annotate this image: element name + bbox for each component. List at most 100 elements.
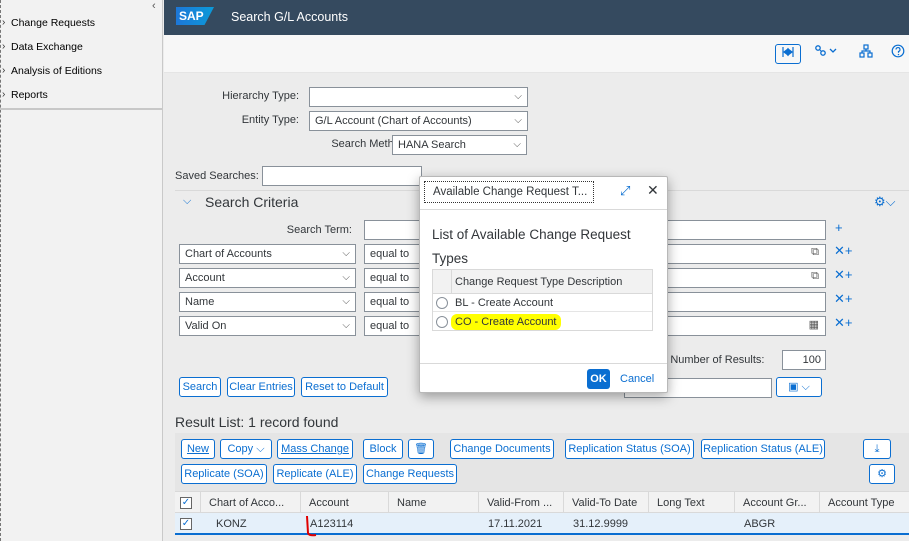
side-navigation: › Change Requests › Data Exchange › Analysi…: [0, 0, 163, 541]
chevron-down-icon: ⌵: [342, 272, 350, 283]
select-all-checkbox[interactable]: ✓: [180, 497, 192, 509]
annotation-mark: [306, 515, 317, 537]
value-help-icon[interactable]: ⧉: [811, 246, 819, 259]
add-criteria-icon[interactable]: +: [835, 220, 843, 235]
sidebar-item-label: Reports: [11, 89, 48, 101]
criteria-operator-select[interactable]: equal to: [364, 292, 426, 312]
criteria-field-value: Account: [185, 272, 225, 284]
max-results-input[interactable]: 100: [782, 350, 826, 370]
clear-entries-button[interactable]: Clear Entries: [227, 377, 295, 397]
criteria-field-select[interactable]: Chart of Accounts ⌵: [179, 244, 356, 264]
app-title: Search G/L Accounts: [231, 10, 348, 24]
change-requests-button[interactable]: Change Requests: [363, 464, 457, 484]
criteria-operator-value: equal to: [370, 320, 410, 332]
help-icon[interactable]: [888, 44, 908, 64]
table-row[interactable]: ✓ KONZ A123114 17.11.2021 31.12.9999 ABG…: [175, 513, 909, 535]
chevron-right-icon: ›: [2, 17, 6, 28]
chevron-down-icon: ⌵: [342, 248, 350, 259]
criteria-field-select[interactable]: Account ⌵: [179, 268, 356, 288]
page-toolbar: [164, 35, 909, 73]
change-request-type-dialog: Available Change Request T... ⤢ ✕ List o…: [419, 176, 668, 393]
copy-button[interactable]: Copy ⌵: [220, 439, 272, 459]
column-header[interactable]: Valid-To Date: [563, 492, 647, 514]
chevron-down-icon: ⌵: [514, 115, 522, 126]
replicate-ale-button[interactable]: Replicate (ALE): [273, 464, 357, 484]
criteria-value-input[interactable]: ⧉: [664, 268, 826, 288]
column-header[interactable]: Name: [388, 492, 474, 514]
close-icon[interactable]: ✕: [647, 182, 659, 199]
sidebar-item-data-exchange[interactable]: › Data Exchange: [0, 36, 162, 60]
criteria-value-input[interactable]: ⧉: [664, 244, 826, 264]
delete-icon[interactable]: 🗑: [408, 439, 434, 459]
list-item[interactable]: CO - Create Account: [433, 313, 652, 331]
entity-type-select[interactable]: G/L Account (Chart of Accounts) ⌵: [309, 111, 528, 131]
column-header[interactable]: Account Type: [819, 492, 909, 514]
collapse-sidebar-icon[interactable]: ‹: [152, 0, 156, 12]
hierarchy-type-select[interactable]: ⌵: [309, 87, 528, 107]
sidebar-item-label: Change Requests: [11, 17, 96, 29]
collapse-header-icon[interactable]: [775, 44, 801, 64]
ok-button[interactable]: OK: [587, 369, 610, 389]
collapse-section-icon[interactable]: ⌵: [183, 195, 191, 208]
new-button[interactable]: New: [181, 439, 215, 459]
remove-add-criteria-icon[interactable]: ✕+: [834, 315, 852, 331]
remove-add-criteria-icon[interactable]: ✕+: [834, 243, 852, 259]
criteria-value-input[interactable]: [664, 292, 826, 312]
calendar-icon[interactable]: ▦: [809, 318, 819, 331]
radio-button[interactable]: [436, 316, 448, 328]
block-button[interactable]: Block: [363, 439, 403, 459]
dialog-title: Available Change Request T...: [424, 181, 594, 203]
column-header[interactable]: Chart of Acco...: [200, 492, 286, 514]
column-header[interactable]: Account: [300, 492, 386, 514]
list-item[interactable]: BL - Create Account: [433, 294, 652, 312]
export-icon[interactable]: ⤓: [863, 439, 891, 459]
chevron-down-icon: ⌵: [514, 91, 522, 102]
save-icon: ▣ ⌵: [788, 381, 810, 393]
replication-status-ale-button[interactable]: Replication Status (ALE): [701, 439, 825, 459]
option-label-highlighted: CO - Create Account: [451, 314, 561, 330]
column-header[interactable]: Account Gr...: [734, 492, 820, 514]
settings-icon[interactable]: ⚙⌵: [874, 194, 896, 210]
hierarchy-icon[interactable]: [856, 44, 876, 64]
search-term-input[interactable]: [364, 220, 426, 240]
sidebar-item-analysis-of-editions[interactable]: › Analysis of Editions: [0, 60, 162, 84]
change-documents-button[interactable]: Change Documents: [450, 439, 554, 459]
chevron-right-icon: ›: [2, 89, 6, 100]
criteria-value-input[interactable]: ▦: [664, 316, 826, 336]
sidebar-item-reports[interactable]: › Reports: [0, 84, 162, 108]
criteria-field-select[interactable]: Valid On ⌵: [179, 316, 356, 336]
chevron-right-icon: ›: [2, 41, 6, 52]
chevron-right-icon: ›: [2, 65, 6, 76]
cancel-button[interactable]: Cancel: [620, 373, 654, 385]
criteria-field-value: Chart of Accounts: [185, 248, 272, 260]
criteria-field-select[interactable]: Name ⌵: [179, 292, 356, 312]
reset-to-default-button[interactable]: Reset to Default: [301, 377, 388, 397]
search-term-input-extension[interactable]: [664, 220, 826, 240]
value-help-icon[interactable]: ⧉: [811, 270, 819, 283]
saved-searches-input[interactable]: [262, 166, 422, 186]
table-settings-icon[interactable]: ⚙: [869, 464, 895, 484]
search-button[interactable]: Search: [179, 377, 221, 397]
criteria-operator-select[interactable]: equal to: [364, 268, 426, 288]
criteria-operator-select[interactable]: equal to: [364, 244, 426, 264]
radio-button[interactable]: [436, 297, 448, 309]
sap-logo[interactable]: SAP: [176, 7, 214, 25]
sidebar-item-change-requests[interactable]: › Change Requests: [0, 12, 162, 36]
share-icon[interactable]: [812, 44, 842, 64]
remove-add-criteria-icon[interactable]: ✕+: [834, 267, 852, 283]
column-header[interactable]: Long Text: [648, 492, 734, 514]
row-checkbox[interactable]: ✓: [180, 518, 192, 530]
remove-add-criteria-icon[interactable]: ✕+: [834, 291, 852, 307]
column-header[interactable]: Valid-From ...: [478, 492, 562, 514]
criteria-operator-select[interactable]: equal to: [364, 316, 426, 336]
mass-change-button[interactable]: Mass Change: [277, 439, 353, 459]
copy-label: Copy: [227, 443, 254, 455]
replicate-soa-button[interactable]: Replicate (SOA): [181, 464, 267, 484]
max-results-label: um Number of Results:: [652, 354, 765, 366]
save-search-button[interactable]: ▣ ⌵: [776, 377, 822, 397]
replication-status-soa-button[interactable]: Replication Status (SOA): [565, 439, 694, 459]
search-method-select[interactable]: HANA Search ⌵: [392, 135, 527, 155]
expand-icon[interactable]: ⤢: [620, 183, 630, 199]
search-criteria-title: Search Criteria: [205, 194, 299, 210]
cell-chart-of-accounts: KONZ: [216, 518, 247, 530]
